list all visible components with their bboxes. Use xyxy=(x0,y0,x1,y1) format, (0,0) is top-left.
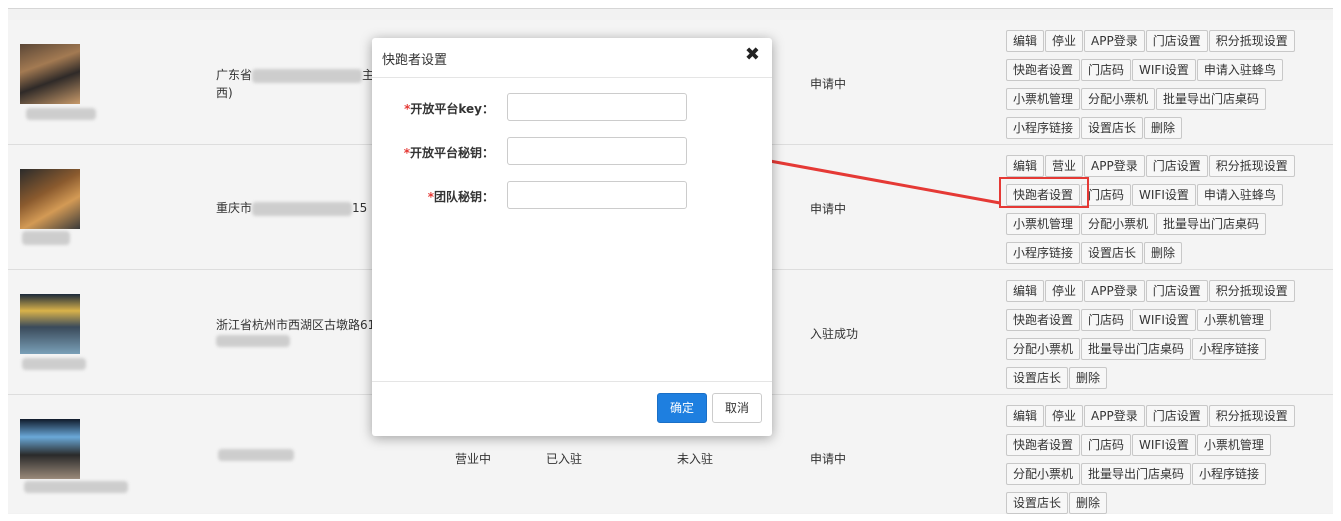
team-secret-input[interactable] xyxy=(507,181,687,209)
close-icon[interactable]: ✖ xyxy=(745,44,760,65)
kuaipaozhe-settings-dialog: 快跑者设置 ✖ *开放平台key： *开放平台秘钥： *团队秘钥： 确定 取消 xyxy=(372,38,772,436)
form-row-platform-secret: *开放平台秘钥： xyxy=(372,137,772,167)
confirm-button[interactable]: 确定 xyxy=(657,393,707,423)
dialog-title: 快跑者设置 xyxy=(382,53,448,68)
platform-secret-label: *开放平台秘钥： xyxy=(403,146,494,160)
dialog-header: 快跑者设置 ✖ xyxy=(372,38,772,78)
team-secret-label: *团队秘钥： xyxy=(427,190,494,204)
platform-key-input[interactable] xyxy=(507,93,687,121)
platform-key-label: *开放平台key： xyxy=(404,102,494,116)
platform-secret-input[interactable] xyxy=(507,137,687,165)
cancel-button[interactable]: 取消 xyxy=(712,393,762,423)
form-row-team-secret: *团队秘钥： xyxy=(372,181,772,211)
dialog-footer: 确定 取消 xyxy=(372,381,772,436)
form-row-platform-key: *开放平台key： xyxy=(372,93,772,123)
